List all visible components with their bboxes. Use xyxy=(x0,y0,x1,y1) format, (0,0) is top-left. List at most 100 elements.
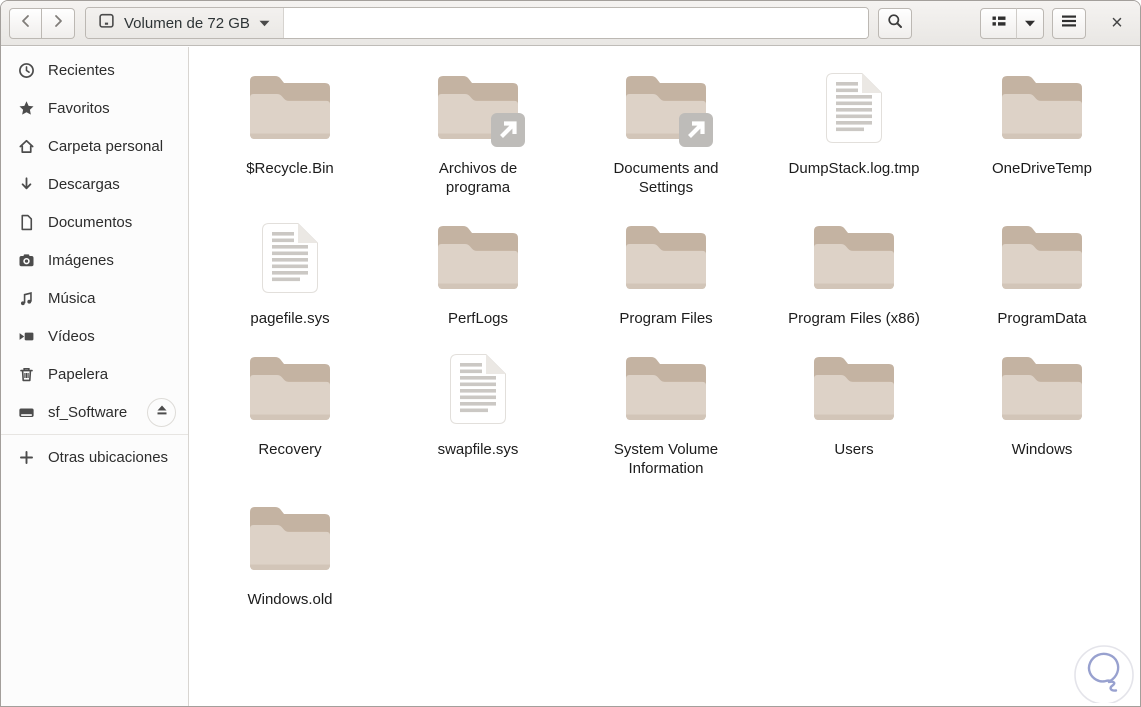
sidebar-item-label: Documentos xyxy=(48,213,133,231)
search-icon xyxy=(887,13,903,34)
sidebar-item-documentos[interactable]: Documentos xyxy=(1,203,188,241)
list-view-icon xyxy=(991,13,1007,34)
view-toggle-button[interactable] xyxy=(980,7,1017,39)
grid-item[interactable]: Program Files xyxy=(572,223,760,328)
folder-icon xyxy=(1002,223,1082,295)
sidebar-item-descargas[interactable]: Descargas xyxy=(1,165,188,203)
file-icon xyxy=(450,354,506,426)
forward-button[interactable] xyxy=(42,7,75,39)
grid-item-label: Program Files (x86) xyxy=(788,310,920,327)
sidebar-item-sf-software[interactable]: sf_Software xyxy=(1,393,188,431)
grid-item[interactable]: Program Files (x86) xyxy=(760,223,948,328)
sidebar-item-videos[interactable]: Vídeos xyxy=(1,317,188,355)
plus-icon xyxy=(18,449,35,466)
sidebar-item-imagenes[interactable]: Imágenes xyxy=(1,241,188,279)
folder-icon xyxy=(626,73,713,147)
shortcut-emblem-icon xyxy=(679,113,713,152)
menu-button[interactable] xyxy=(1052,7,1086,39)
back-button[interactable] xyxy=(9,7,42,39)
close-button[interactable]: × xyxy=(1102,8,1132,39)
grid-item-label: Documents and Settings xyxy=(613,160,719,196)
folder-icon xyxy=(1002,354,1082,426)
search-button[interactable] xyxy=(878,7,912,39)
grid-item[interactable]: Documents and Settings xyxy=(572,73,760,197)
grid-item[interactable]: Recovery xyxy=(196,354,384,478)
sidebar-item-recientes[interactable]: Recientes xyxy=(1,51,188,89)
file-icon xyxy=(826,73,882,145)
video-icon xyxy=(18,328,35,345)
grid-item-label: PerfLogs xyxy=(447,310,509,327)
folder-icon xyxy=(1002,73,1082,145)
sidebar-item-musica[interactable]: Música xyxy=(1,279,188,317)
nav-button-group xyxy=(9,7,75,39)
location-label: Volumen de 72 GB xyxy=(124,14,250,32)
sidebar-item-favoritos[interactable]: Favoritos xyxy=(1,89,188,127)
grid-item[interactable]: $Recycle.Bin xyxy=(196,73,384,197)
grid-item-label: DumpStack.log.tmp xyxy=(788,160,920,177)
solvetic-bulb-logo xyxy=(1068,635,1138,706)
sidebar-item-label: Descargas xyxy=(48,175,120,193)
grid-item[interactable]: DumpStack.log.tmp xyxy=(760,73,948,197)
grid-item-label: System Volume Information xyxy=(613,441,719,477)
grid-item[interactable]: Windows xyxy=(948,354,1136,478)
grid-item[interactable]: Windows.old xyxy=(196,504,384,609)
grid-item-label: Windows.old xyxy=(247,591,333,608)
view-options-button[interactable] xyxy=(1016,7,1044,39)
path-bar: Volumen de 72 GB xyxy=(85,7,869,39)
sidebar-item-papelera[interactable]: Papelera xyxy=(1,355,188,393)
grid-item[interactable]: ProgramData xyxy=(948,223,1136,328)
star-icon xyxy=(18,100,35,117)
folder-icon xyxy=(438,73,525,147)
eject-button[interactable] xyxy=(147,397,176,427)
hamburger-icon xyxy=(1061,14,1077,33)
sidebar-item-label: Recientes xyxy=(48,61,115,79)
grid-item[interactable]: pagefile.sys xyxy=(196,223,384,328)
chevron-left-icon xyxy=(19,14,33,33)
music-icon xyxy=(18,290,35,307)
toolbar: Volumen de 72 GB × xyxy=(1,1,1140,46)
shortcut-emblem-icon xyxy=(491,113,525,152)
grid-item[interactable]: Archivos de programa xyxy=(384,73,572,197)
grid-item-label: pagefile.sys xyxy=(250,310,330,327)
trash-icon xyxy=(18,366,35,383)
view-toggle-group xyxy=(980,7,1044,39)
sidebar-item-label: Favoritos xyxy=(48,99,110,117)
clock-icon xyxy=(18,62,35,79)
folder-icon xyxy=(438,223,518,295)
grid-item[interactable]: swapfile.sys xyxy=(384,354,572,478)
chevron-right-icon xyxy=(51,14,65,33)
folder-icon xyxy=(250,73,330,145)
sidebar-item-otras-ubicaciones[interactable]: Otras ubicaciones xyxy=(1,438,188,476)
chevron-down-icon xyxy=(259,14,270,32)
folder-icon xyxy=(626,354,706,426)
sidebar: Recientes Favoritos Carpeta personal Des… xyxy=(1,47,189,706)
folder-icon xyxy=(250,504,330,576)
harddisk-icon xyxy=(98,12,115,34)
folder-icon xyxy=(626,223,706,295)
document-icon xyxy=(18,214,35,231)
folder-icon xyxy=(814,354,894,426)
grid-item[interactable]: Users xyxy=(760,354,948,478)
drive-icon xyxy=(18,404,35,421)
sidebar-item-label: Otras ubicaciones xyxy=(48,448,169,466)
chevron-down-icon xyxy=(1024,14,1036,32)
sidebar-item-carpeta-personal[interactable]: Carpeta personal xyxy=(1,127,188,165)
folder-icon xyxy=(814,223,894,295)
sidebar-item-label: Música xyxy=(48,289,96,307)
grid-item[interactable]: OneDriveTemp xyxy=(948,73,1136,197)
camera-icon xyxy=(18,252,35,269)
grid-item-label: Program Files xyxy=(619,310,713,327)
grid-item-label: ProgramData xyxy=(997,310,1087,327)
grid-item[interactable]: System Volume Information xyxy=(572,354,760,478)
sidebar-item-label: Vídeos xyxy=(48,327,95,345)
sidebar-separator xyxy=(1,434,188,435)
file-icon xyxy=(262,223,318,295)
grid-item-label: swapfile.sys xyxy=(437,441,519,458)
sidebar-item-label: Papelera xyxy=(48,365,109,383)
content-area: $Recycle.Bin Archivos de programa Docume… xyxy=(189,47,1140,706)
sidebar-item-label: Carpeta personal xyxy=(48,137,164,155)
location-entry[interactable] xyxy=(283,8,868,38)
location-button[interactable]: Volumen de 72 GB xyxy=(86,8,284,38)
download-icon xyxy=(18,176,35,193)
grid-item[interactable]: PerfLogs xyxy=(384,223,572,328)
